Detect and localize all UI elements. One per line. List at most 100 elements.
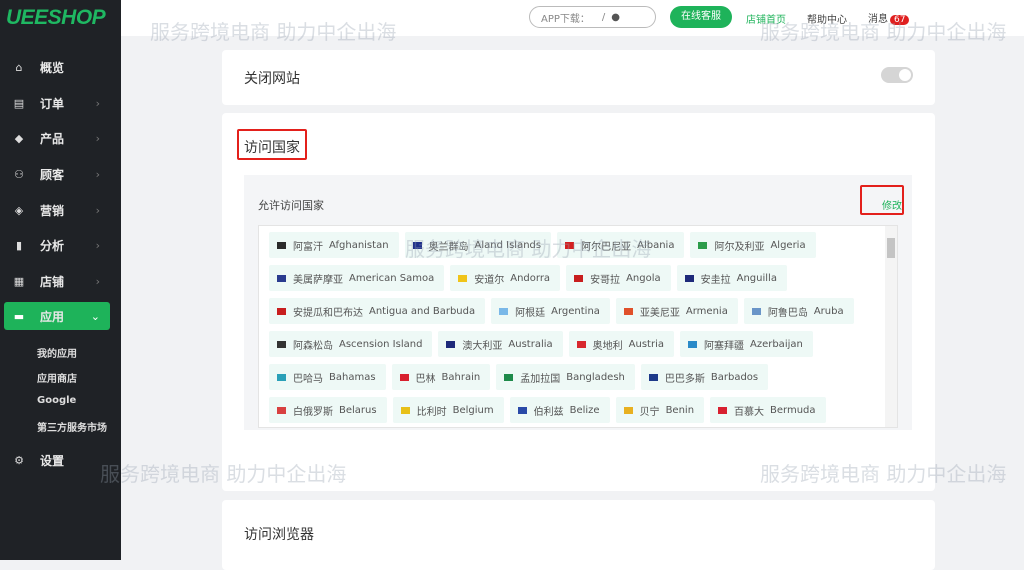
flag-icon: [687, 340, 697, 348]
scrollbar[interactable]: [885, 226, 897, 427]
sidebar-item-label: 应用: [40, 309, 65, 324]
sub-item-app-store[interactable]: 应用商店: [37, 370, 77, 385]
sidebar-item-bar-chart[interactable]: ▮ 分析 ›: [4, 231, 110, 259]
chevron-right-icon: ›: [95, 96, 100, 110]
country-name-zh: 阿尔巴尼亚: [581, 241, 632, 253]
country-name-en: Bahamas: [329, 371, 376, 383]
sidebar-item-grid[interactable]: ▦ 店铺 ›: [4, 267, 110, 295]
country-name-zh: 美属萨摩亚: [293, 274, 343, 286]
country-tag: 阿尔巴尼亚 Albania: [557, 232, 685, 258]
flag-icon: [684, 274, 694, 282]
country-tag: 安圭拉 Anguilla: [676, 265, 787, 291]
country-tag: 阿鲁巴岛 Aruba: [743, 298, 854, 324]
country-name-en: Algeria: [770, 239, 806, 251]
country-name-zh: 奥地利: [592, 340, 623, 352]
sub-item-google[interactable]: Google: [37, 395, 76, 406]
android-icon[interactable]: ●: [611, 12, 620, 23]
store-icon: ▬: [13, 309, 25, 323]
online-service-button[interactable]: 在线客服: [670, 6, 732, 28]
sidebar-item-tag[interactable]: ◈ 营销 ›: [4, 196, 110, 224]
flag-icon: [400, 406, 410, 414]
visit-browser-title: 访问浏览器: [244, 527, 314, 543]
flag-icon: [576, 340, 586, 348]
clipboard-icon: ▤: [13, 96, 25, 110]
users-icon: ⚇: [14, 167, 24, 181]
country-name-zh: 巴林: [415, 373, 436, 385]
country-name-en: Afghanistan: [329, 239, 389, 251]
country-tag: 巴林 Bahrain: [391, 364, 491, 390]
sub-item-third-party[interactable]: 第三方服务市场: [37, 419, 107, 434]
chevron-right-icon: ›: [95, 167, 100, 181]
flag-icon: [698, 241, 708, 249]
country-name-zh: 贝宁: [639, 406, 660, 418]
scrollbar-thumb[interactable]: [887, 238, 895, 258]
country-name-en: Benin: [665, 404, 695, 416]
country-tag: 奥地利 Austria: [568, 331, 674, 357]
allowed-country-label: 允许访问国家: [258, 199, 324, 212]
flag-icon: [399, 373, 409, 381]
close-site-label: 关闭网站: [244, 71, 300, 87]
country-tag: 阿森松岛 Ascension Island: [269, 331, 433, 357]
sidebar-item-label: 店铺: [40, 274, 65, 289]
country-name-en: Belgium: [452, 404, 494, 416]
sidebar-item-box[interactable]: ◆ 产品 ›: [4, 124, 110, 152]
help-center-link[interactable]: 帮助中心: [807, 11, 847, 26]
country-name-en: Azerbaijan: [749, 338, 803, 350]
sidebar-item-home[interactable]: ⌂ 概览: [4, 53, 110, 81]
country-tag: 奥兰群岛 Aland Islands: [404, 232, 552, 258]
store-home-link[interactable]: 店铺首页: [746, 11, 786, 26]
messages-link[interactable]: 消息 67: [868, 10, 910, 25]
country-tag: 白俄罗斯 Belarus: [269, 397, 387, 423]
chevron-right-icon: ›: [95, 238, 100, 252]
country-name-zh: 孟加拉国: [520, 373, 561, 385]
edit-highlight: [860, 185, 904, 215]
chevron-right-icon: ›: [95, 203, 100, 217]
separator: /: [601, 11, 606, 23]
chevron-right-icon: ›: [95, 131, 100, 145]
logo[interactable]: UEESHOP: [6, 6, 106, 30]
country-name-en: Armenia: [685, 305, 728, 317]
sidebar-item-gear[interactable]: ⚙ 设置: [4, 446, 110, 474]
chevron-right-icon: ›: [95, 274, 100, 288]
country-name-zh: 阿根廷: [515, 307, 546, 319]
box-icon: ◆: [14, 131, 24, 145]
flag-icon: [499, 307, 509, 315]
sidebar-item-users[interactable]: ⚇ 顾客 ›: [4, 160, 110, 188]
country-tag: 亚美尼亚 Armenia: [615, 298, 738, 324]
country-tag: 美属萨摩亚 American Samoa: [269, 265, 445, 291]
country-name-zh: 安道尔: [474, 274, 505, 286]
country-name-zh: 奥兰群岛: [428, 241, 469, 253]
sidebar-item-clipboard[interactable]: ▤ 订单 ›: [4, 89, 110, 117]
country-list: 阿富汗 Afghanistan 奥兰群岛 Aland Islands 阿尔巴尼亚 Alba…: [258, 225, 898, 428]
close-site-toggle[interactable]: [881, 67, 913, 83]
country-name-en: Aland Islands: [474, 239, 542, 251]
country-tag: 阿尔及利亚 Algeria: [690, 232, 816, 258]
flag-icon: [648, 373, 658, 381]
sub-item-my-apps[interactable]: 我的应用: [37, 345, 77, 360]
country-tag: 阿塞拜疆 Azerbaijan: [679, 331, 813, 357]
country-tag: 伯利兹 Belize: [509, 397, 610, 423]
country-name-en: Bahrain: [441, 371, 481, 383]
flag-icon: [458, 274, 468, 282]
bar-chart-icon: ▮: [15, 238, 23, 252]
country-tag: 安提瓜和巴布达 Antigua and Barbuda: [269, 298, 486, 324]
country-name-zh: 阿鲁巴岛: [767, 307, 808, 319]
country-name-en: Angola: [626, 272, 661, 284]
country-name-en: Barbados: [710, 371, 759, 383]
country-tag: 比利时 Belgium: [392, 397, 504, 423]
country-name-zh: 阿尔及利亚: [714, 241, 765, 253]
country-tag: 孟加拉国 Bangladesh: [496, 364, 635, 390]
sidebar-item-store[interactable]: ▬ 应用 ⌄: [4, 302, 110, 330]
flag-icon: [504, 373, 514, 381]
country-name-en: Ascension Island: [339, 338, 423, 350]
flag-icon: [277, 340, 286, 348]
sidebar-item-label: 概览: [40, 60, 65, 75]
flag-icon: [412, 241, 422, 249]
flag-icon: [574, 274, 584, 282]
flag-icon: [517, 406, 527, 414]
country-name-zh: 白俄罗斯: [293, 406, 333, 418]
country-name-zh: 安提瓜和巴布达: [293, 307, 363, 319]
sidebar-item-label: 顾客: [40, 167, 65, 182]
flag-icon: [718, 406, 728, 414]
flag-icon: [277, 274, 286, 282]
